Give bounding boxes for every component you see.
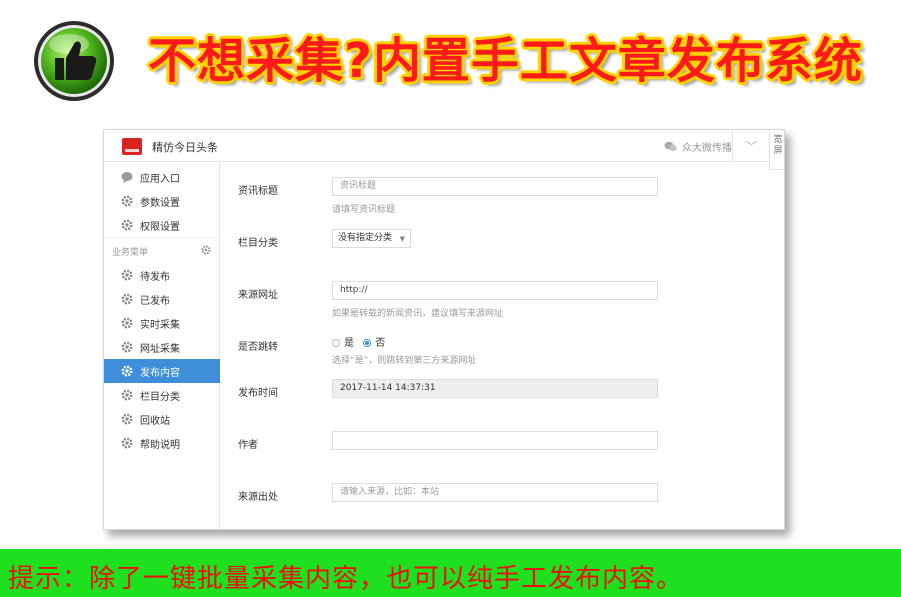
source-url-label: 来源网址	[238, 290, 278, 301]
sidebar-item-app-entry[interactable]: 应用入口	[104, 165, 220, 189]
wide-screen-toggle[interactable]: 宽屏	[769, 130, 784, 170]
source-url-help: 如果是转载的新闻资讯，建议填写来源网址	[332, 309, 504, 319]
wechat-label[interactable]: 众大微传播	[682, 139, 732, 154]
redirect-label: 是否跳转	[238, 342, 278, 353]
radio-no[interactable]	[363, 339, 372, 347]
sidebar-item-categories[interactable]: 栏目分类	[104, 383, 220, 407]
footer-tip-text: 提示：除了一键批量采集内容，也可以纯手工发布内容。	[8, 564, 684, 594]
gear-icon	[121, 365, 133, 377]
title-help: 请填写资讯标题	[332, 205, 396, 215]
sidebar-item-pending[interactable]: 待发布	[104, 263, 220, 287]
category-label: 栏目分类	[238, 238, 278, 249]
app-window: 精仿今日头条 众大微传播 ﹀ 宽屏 应用入口 参数设置 权限设置 业务菜单 待发…	[103, 129, 785, 530]
redirect-help: 选择“是”，则跳转到第三方来源网址	[332, 356, 477, 366]
footer-tip-bar: 提示：除了一键批量采集内容，也可以纯手工发布内容。	[0, 549, 901, 597]
publish-time-label: 发布时间	[238, 388, 278, 399]
banner-title: 不想采集?内置手工文章发布系统	[148, 33, 863, 89]
author-label: 作者	[238, 440, 258, 451]
sidebar-item-publish-content[interactable]: 发布内容	[104, 359, 220, 383]
radio-yes[interactable]	[332, 339, 340, 347]
sidebar-section-business: 业务菜单	[104, 237, 220, 261]
gear-icon	[121, 437, 133, 449]
source-label: 来源出处	[238, 492, 278, 503]
gear-icon	[121, 413, 133, 425]
gear-icon	[121, 195, 133, 207]
gear-icon	[121, 317, 133, 329]
caret-down-icon: ▼	[399, 235, 405, 243]
gear-icon	[121, 341, 133, 353]
banner-logo	[33, 20, 115, 102]
chat-bubble-icon	[121, 172, 133, 183]
gear-icon	[121, 389, 133, 401]
wide-screen-label: 宽屏	[773, 135, 783, 156]
category-select[interactable]: 没有指定分类 ▼	[332, 229, 411, 248]
wechat-icon	[664, 141, 677, 152]
author-input[interactable]	[332, 431, 658, 450]
header-divider	[732, 130, 733, 162]
sidebar: 应用入口 参数设置 权限设置 业务菜单 待发布 已发布 实时采集 网址采集 发布…	[104, 162, 220, 529]
chevron-down-icon[interactable]: ﹀	[746, 138, 757, 154]
app-name: 精仿今日头条	[152, 141, 218, 154]
sidebar-item-permissions[interactable]: 权限设置	[104, 213, 220, 237]
title-input[interactable]: 资讯标题	[332, 177, 658, 196]
sidebar-item-realtime-collect[interactable]: 实时采集	[104, 311, 220, 335]
sidebar-item-recycle-bin[interactable]: 回收站	[104, 407, 220, 431]
redirect-radio-group: 是 否	[332, 334, 391, 349]
thumbs-up-icon	[34, 21, 114, 101]
source-input[interactable]: 请输入来源，比如：本站	[332, 483, 658, 502]
source-url-input[interactable]: http://	[332, 281, 658, 300]
app-logo-icon	[122, 138, 142, 155]
publish-time-input[interactable]: 2017-11-14 14:37:31	[332, 379, 658, 398]
publish-form: 资讯标题 资讯标题 请填写资讯标题 栏目分类 没有指定分类 ▼ 来源网址 htt…	[221, 162, 769, 529]
sidebar-item-published[interactable]: 已发布	[104, 287, 220, 311]
gear-icon[interactable]	[201, 245, 211, 255]
app-header: 精仿今日头条 众大微传播 ﹀	[104, 130, 784, 162]
gear-icon	[121, 219, 133, 231]
gear-icon	[121, 293, 133, 305]
title-label: 资讯标题	[238, 186, 278, 197]
gear-icon	[121, 269, 133, 281]
sidebar-item-url-collect[interactable]: 网址采集	[104, 335, 220, 359]
sidebar-item-params[interactable]: 参数设置	[104, 189, 220, 213]
sidebar-item-help[interactable]: 帮助说明	[104, 431, 220, 455]
